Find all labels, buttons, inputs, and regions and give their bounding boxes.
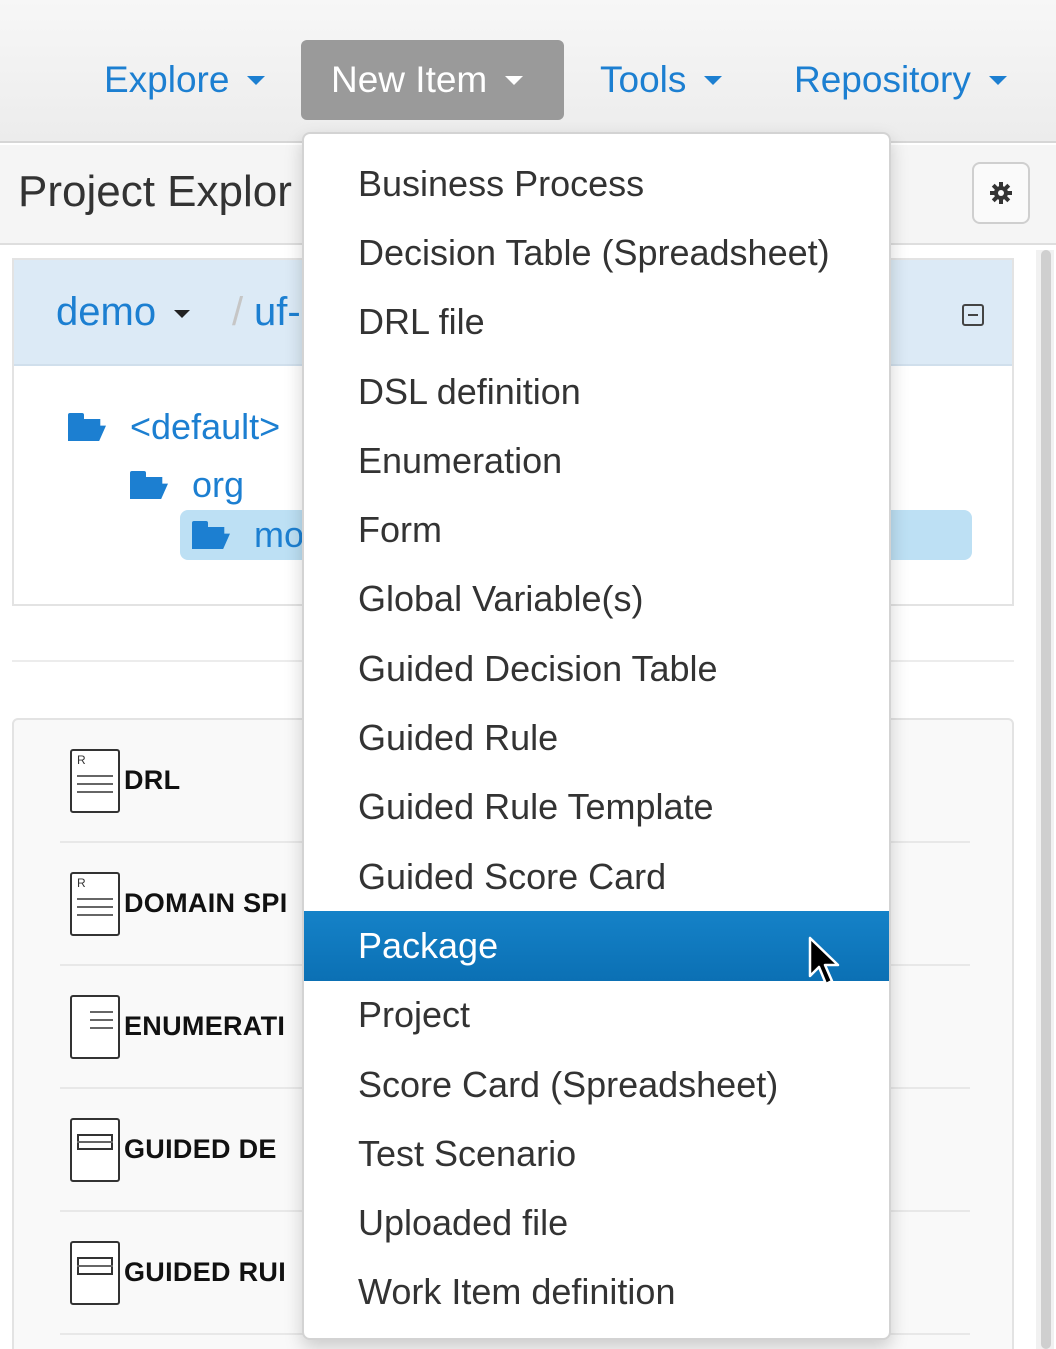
folder-open-icon (192, 521, 230, 549)
nav-new-item[interactable]: New Item (301, 40, 564, 120)
list-file-icon (70, 994, 120, 1059)
asset-label: GUIDED RUI (124, 1257, 287, 1287)
menu-item-work-item-definition[interactable]: Work Item definition (304, 1258, 889, 1327)
asset-label: DRL (124, 765, 181, 795)
top-navbar: Explore New Item Tools Repository (0, 0, 1056, 143)
menu-item-global-variables[interactable]: Global Variable(s) (304, 565, 889, 634)
rule-file-icon: R (70, 871, 120, 936)
folder-open-icon (130, 471, 168, 499)
scrollbar[interactable] (1036, 250, 1054, 1349)
tree-item-org[interactable]: org (130, 460, 244, 510)
gear-icon (990, 182, 1012, 204)
tree-item-default[interactable]: <default> (68, 402, 280, 452)
menu-item-package[interactable]: Package (304, 911, 889, 981)
tree-item-label: mo (254, 514, 305, 555)
nav-explore-label: Explore (104, 59, 230, 100)
folder-open-icon (68, 413, 106, 441)
nav-tools-label: Tools (600, 59, 687, 100)
breadcrumb-current[interactable]: uf- (254, 290, 301, 335)
nav-explore[interactable]: Explore (74, 40, 295, 120)
menu-item-form[interactable]: Form (304, 495, 889, 564)
menu-item-score-card-spreadsheet[interactable]: Score Card (Spreadsheet) (304, 1050, 889, 1119)
menu-item-enumeration[interactable]: Enumeration (304, 426, 889, 495)
menu-item-dsl-definition[interactable]: DSL definition (304, 357, 889, 426)
asset-label: ENUMERATI (124, 1011, 286, 1041)
menu-item-uploaded-file[interactable]: Uploaded file (304, 1188, 889, 1257)
mouse-pointer-icon (808, 936, 840, 986)
table-file-icon (70, 1117, 120, 1182)
tree-item-label: <default> (130, 406, 281, 447)
menu-item-test-scenario[interactable]: Test Scenario (304, 1119, 889, 1188)
menu-item-guided-score-card[interactable]: Guided Score Card (304, 842, 889, 911)
nav-tools[interactable]: Tools (570, 40, 752, 120)
menu-item-guided-decision-table[interactable]: Guided Decision Table (304, 634, 889, 703)
page-title: Project Explor (18, 167, 292, 216)
menu-item-project[interactable]: Project (304, 981, 889, 1050)
menu-item-guided-rule-template[interactable]: Guided Rule Template (304, 773, 889, 842)
asset-label: DOMAIN SPI (124, 888, 288, 918)
menu-item-business-process[interactable]: Business Process (304, 149, 889, 218)
menu-item-guided-rule[interactable]: Guided Rule (304, 703, 889, 772)
menu-item-decision-table-spreadsheet[interactable]: Decision Table (Spreadsheet) (304, 218, 889, 287)
chevron-down-icon (247, 75, 266, 85)
nav-new-item-label: New Item (331, 59, 488, 100)
nav-repository-label: Repository (794, 59, 971, 100)
breadcrumb-root[interactable]: demo (56, 290, 191, 335)
form-file-icon (70, 1240, 120, 1305)
breadcrumb-root-label: demo (56, 290, 157, 334)
asset-label: GUIDED DE (124, 1134, 277, 1164)
chevron-down-icon (704, 75, 723, 85)
nav-repository[interactable]: Repository (764, 40, 1037, 120)
rule-file-icon: R (70, 748, 120, 813)
chevron-down-icon (505, 75, 524, 85)
menu-item-drl-file[interactable]: DRL file (304, 288, 889, 357)
caret-down-icon (174, 310, 191, 319)
tree-item-label: org (192, 464, 245, 505)
chevron-down-icon (988, 75, 1007, 85)
new-item-dropdown: Business Process Decision Table (Spreads… (302, 132, 891, 1340)
collapse-icon[interactable] (962, 304, 984, 326)
breadcrumb-separator: / (232, 290, 244, 334)
settings-button[interactable] (972, 162, 1030, 224)
